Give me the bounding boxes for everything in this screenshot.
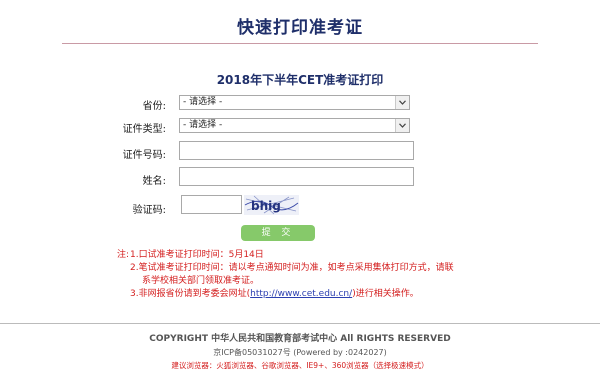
note-line-2b: 系学校相关部门领取准考证。 — [142, 276, 260, 286]
cert-number-label: 证件号码: — [122, 150, 166, 161]
province-selected-value: - 请选择 - — [183, 97, 223, 107]
submit-button[interactable]: 提 交 — [241, 225, 315, 241]
captcha-text: bhig — [251, 199, 281, 213]
captcha-field[interactable] — [181, 195, 242, 214]
name-label: 姓名: — [142, 176, 166, 187]
copyright-text: COPYRIGHT 中华人民共和国教育部考试中心 All RIGHTS RESE… — [149, 334, 451, 344]
chevron-down-icon[interactable] — [395, 119, 409, 132]
province-label: 省份: — [142, 101, 166, 112]
captcha-label: 验证码: — [132, 205, 166, 216]
cert-type-selected-value: - 请选择 - — [183, 120, 223, 130]
page-title: 快速打印准考证 — [237, 18, 363, 38]
cert-type-select[interactable]: - 请选择 - — [179, 118, 410, 133]
name-field[interactable] — [179, 167, 414, 186]
title-divider — [62, 43, 538, 44]
chevron-down-icon[interactable] — [395, 96, 409, 109]
browser-recommendation: 建议浏览器：火狐浏览器、谷歌浏览器、IE9+、360浏览器（选择极速模式） — [171, 361, 429, 370]
note-line-2a: 2.笔试准考证打印时间：请以考点通知时间为准，如考点采用集体打印方式，请联 — [130, 263, 454, 273]
cet-website-link[interactable]: http://www.cet.edu.cn/ — [250, 289, 352, 299]
cert-type-label: 证件类型: — [122, 124, 166, 135]
note-line-3-before: 3.非网报省份请到考委会网址( — [130, 289, 251, 299]
notes-prefix: 注: — [117, 250, 130, 260]
icp-text: 京ICP备05031027号 (Powered by :0242027) — [213, 348, 387, 357]
captcha-image[interactable]: bhig — [244, 195, 299, 215]
cert-number-field[interactable] — [179, 141, 414, 160]
notes: 注:1.口试准考证打印时间：5月14日 2.笔试准考证打印时间：请以考点通知时间… — [117, 249, 454, 301]
form-title: 2018年下半年CET准考证打印 — [216, 73, 384, 87]
note-line-1: 1.口试准考证打印时间：5月14日 — [130, 250, 264, 260]
footer-divider — [0, 323, 600, 324]
note-line-3-after: )进行相关操作。 — [352, 289, 419, 299]
province-select[interactable]: - 请选择 - — [179, 95, 410, 110]
